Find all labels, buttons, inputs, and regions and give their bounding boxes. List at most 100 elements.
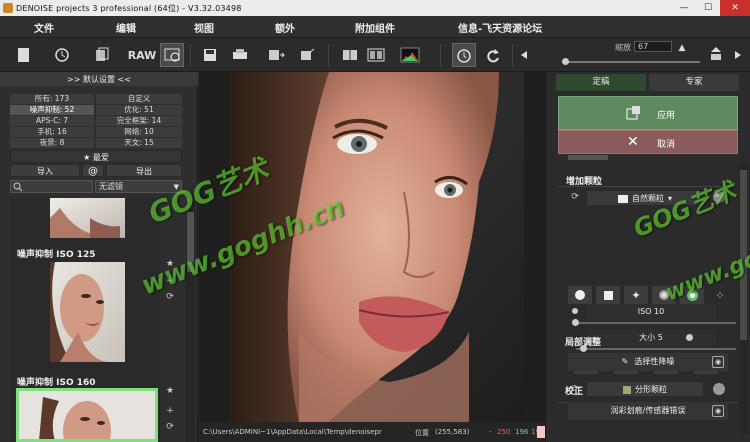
preset-panel-header[interactable]: >> 默认设置 <<: [0, 72, 198, 86]
batch-icon[interactable]: [90, 43, 114, 67]
import-button[interactable]: 导入: [10, 164, 80, 177]
preset-thumbnail-iso160-selected[interactable]: [16, 388, 158, 442]
menu-edit[interactable]: 编辑: [116, 20, 136, 35]
fractal-texture-icon[interactable]: [712, 382, 726, 396]
pixel-color-swatch: [537, 426, 545, 438]
compare-icon[interactable]: [338, 43, 362, 67]
preset-title-iso160: 噪声抑制 ISO 160: [17, 378, 96, 388]
preset-thumbnail[interactable]: [50, 198, 125, 238]
raw-button[interactable]: RAW: [127, 43, 157, 67]
apply-button[interactable]: 应用: [558, 96, 738, 130]
share-icon[interactable]: [296, 43, 320, 67]
size-label: 大小 5: [586, 330, 716, 346]
preset-panel: >> 默认设置 << 所有: 173 自定义 噪声抑制: 52 优化: 51 APS-C…: [0, 72, 198, 442]
iso-slider[interactable]: [576, 322, 736, 324]
zoom-value-input[interactable]: 67: [634, 41, 672, 52]
toolbar: RAW 缩放 67 ▲: [0, 38, 750, 72]
export-button[interactable]: 导出: [106, 164, 182, 177]
preset-category-6[interactable]: 手机: 16: [10, 127, 94, 137]
status-bar: C:\Users\ADMINI~1\AppData\Local\Temp\den…: [199, 422, 545, 442]
shape-circle-button[interactable]: [568, 286, 592, 304]
scratch-sensor-button[interactable]: 润彩划痕/传感器错误: [568, 402, 728, 420]
eye-icon-2[interactable]: ◉: [712, 405, 724, 417]
fit-view-icon[interactable]: [706, 43, 726, 67]
zoom-in-icon[interactable]: [730, 43, 744, 67]
close-icon: ✕: [627, 134, 639, 150]
iso-label: ISO 10: [586, 304, 716, 320]
preset-category-8[interactable]: 夜景: 8: [10, 138, 94, 148]
window-title: DENOISE projects 3 professional (64位) - …: [16, 3, 242, 13]
preset-category-1[interactable]: 自定义: [96, 94, 182, 104]
eye-icon[interactable]: ◉: [712, 356, 724, 368]
settings-scrollbar[interactable]: [739, 164, 748, 434]
export-icon[interactable]: [265, 43, 289, 67]
title-bar: DENOISE projects 3 professional (64位) - …: [0, 0, 750, 16]
position-label: 位置: [415, 429, 429, 437]
favorites-button[interactable]: ★ 最爱: [10, 150, 182, 163]
iso-dot-icon: [572, 308, 578, 314]
favorite-star-icon-2[interactable]: ★: [164, 386, 176, 396]
preset-category-4[interactable]: APS-C: 7: [10, 116, 94, 126]
size-stepper-icon[interactable]: [686, 334, 693, 341]
redo-icon[interactable]: [481, 43, 505, 67]
brush-icon: ✎: [621, 357, 629, 366]
iso-slider-knob[interactable]: [572, 319, 579, 326]
preset-thumbnail-iso125[interactable]: [50, 262, 125, 362]
app-window: DENOISE projects 3 professional (64位) - …: [0, 0, 750, 442]
grain-toggle-icon[interactable]: ⟳: [568, 190, 582, 204]
preset-category-2[interactable]: 噪声抑制: 52: [10, 105, 94, 115]
preset-category-7[interactable]: 网络: 10: [96, 127, 182, 137]
app-logo-icon: [3, 3, 13, 13]
menu-bar: 文件 编辑 视图 额外 附加组件 信息-飞天资源论坛: [0, 16, 750, 38]
menu-file[interactable]: 文件: [34, 20, 54, 35]
tab-finalize[interactable]: 定稿: [556, 74, 646, 91]
preset-category-5[interactable]: 完全框架: 14: [96, 116, 182, 126]
grain-type-icon: [617, 194, 628, 203]
fractal-icon: [623, 385, 631, 394]
refresh-preset-icon-2[interactable]: ⟳: [164, 422, 176, 432]
timer-icon[interactable]: [452, 43, 476, 67]
preset-scrollbar[interactable]: [186, 202, 195, 442]
zoom-slider[interactable]: [568, 61, 700, 63]
save-icon[interactable]: [198, 43, 222, 67]
preset-category-9[interactable]: 天文: 15: [96, 138, 182, 148]
histogram-icon[interactable]: [398, 43, 422, 67]
zoom-stepper-icon[interactable]: ▲: [676, 42, 688, 54]
pixel-red-value: 250: [497, 428, 511, 436]
zoom-out-icon[interactable]: [518, 43, 532, 67]
split-view-icon[interactable]: [364, 43, 388, 67]
tab-expert[interactable]: 专家: [649, 74, 739, 91]
shape-square-button[interactable]: [596, 286, 620, 304]
search-icon: [13, 182, 23, 192]
menu-extra[interactable]: 额外: [275, 20, 295, 35]
menu-info[interactable]: 信息-飞天资源论坛: [458, 20, 542, 35]
minimize-button[interactable]: —: [672, 0, 696, 16]
new-file-icon[interactable]: [12, 43, 36, 67]
search-input[interactable]: [10, 180, 93, 193]
print-icon[interactable]: [228, 43, 252, 67]
menu-view[interactable]: 视图: [194, 20, 214, 35]
size-slider[interactable]: [576, 348, 736, 350]
menu-addons[interactable]: 附加组件: [355, 20, 395, 35]
apply-icon: [626, 106, 640, 120]
preset-category-0[interactable]: 所有: 173: [10, 94, 94, 104]
zoom-label: 缩放: [615, 43, 631, 52]
cancel-button[interactable]: ✕ 取消: [558, 130, 738, 154]
file-path: C:\Users\ADMINI~1\AppData\Local\Temp\den…: [203, 428, 382, 436]
preset-category-3[interactable]: 优化: 51: [96, 105, 182, 115]
add-preset-icon-2[interactable]: +: [164, 406, 176, 416]
pixel-green-value: 196: [515, 428, 529, 436]
close-button[interactable]: ✕: [720, 0, 750, 16]
history-icon[interactable]: [50, 43, 74, 67]
correction-title: 校正: [565, 387, 584, 397]
cursor-coordinates: (255,583): [435, 428, 470, 436]
preset-title-iso125: 噪声抑制 ISO 125: [17, 250, 96, 260]
fractal-grain-select[interactable]: 分形颗粒: [586, 381, 704, 397]
shape-star-button[interactable]: ✦: [624, 286, 648, 304]
selective-denoise-button[interactable]: ✎ 选择性降噪: [568, 353, 728, 371]
presets-grid-icon[interactable]: [160, 43, 184, 67]
email-at-button[interactable]: @: [82, 164, 104, 177]
maximize-button[interactable]: ☐: [696, 0, 720, 16]
zoom-slider-knob[interactable]: [562, 58, 569, 65]
local-adjust-title: 局部调整: [565, 338, 602, 348]
